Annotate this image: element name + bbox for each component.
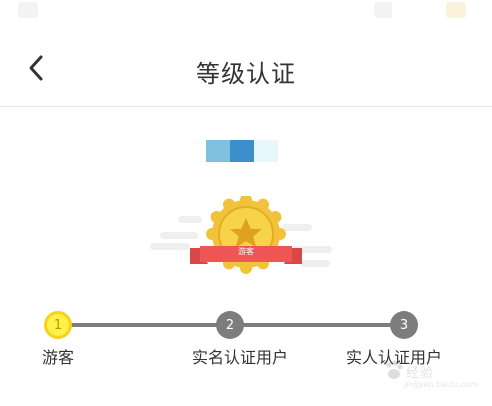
- step-1-indicator: 1: [44, 311, 72, 339]
- medal-icon: [190, 194, 302, 274]
- step-1-label: 游客: [42, 348, 75, 367]
- watermark-site: jingyan.baidu.com: [404, 380, 478, 389]
- progress-line-1: [58, 323, 230, 327]
- status-bar: [0, 0, 492, 22]
- header: 等级认证: [0, 32, 492, 107]
- level-certification-screen: 等级认证 游客 1 2 3 游客 实名认证用户 实人认证用户 经验 jingya…: [0, 0, 492, 406]
- watermark: 经验 jingyan.baidu.com: [384, 358, 478, 400]
- paw-logo-icon: [386, 360, 403, 379]
- status-ghost-left: [18, 2, 38, 18]
- step-2-indicator: 2: [216, 311, 244, 339]
- badge-label: 游客: [238, 247, 254, 256]
- progress-line-2: [230, 323, 404, 327]
- level-badge: 游客: [186, 194, 306, 280]
- status-ghost-right-2: [446, 2, 466, 18]
- step-3-indicator: 3: [390, 311, 418, 339]
- status-ghost-right: [374, 2, 392, 18]
- blur-line: [150, 243, 190, 250]
- page-title: 等级认证: [196, 60, 296, 88]
- watermark-brand: 经验: [406, 366, 435, 381]
- avatar: [206, 140, 278, 162]
- step-2-label: 实名认证用户: [192, 348, 289, 367]
